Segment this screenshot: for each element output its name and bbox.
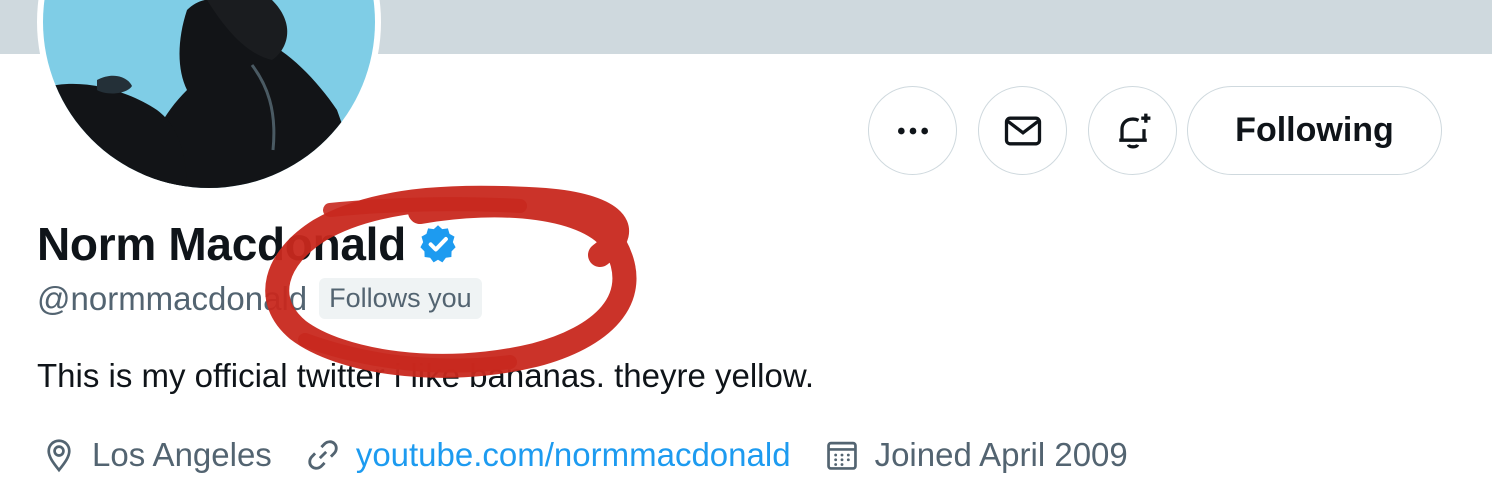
follows-you-badge: Follows you xyxy=(319,278,482,319)
username: @normmacdonald xyxy=(37,279,308,317)
profile-name-row: Norm Macdonald xyxy=(37,217,460,271)
display-name: Norm Macdonald xyxy=(37,218,406,270)
joined-date: Joined April 2009 xyxy=(874,436,1128,473)
bell-plus-icon xyxy=(1118,113,1150,148)
website-item[interactable]: youtube.com/normmacdonald xyxy=(304,436,791,474)
link-icon xyxy=(308,440,338,470)
website-link[interactable]: youtube.com/normmacdonald xyxy=(356,436,791,474)
more-icon xyxy=(897,127,928,134)
calendar-icon xyxy=(826,441,857,470)
profile-meta: Los Angeles youtube.com/normmacdonald Jo… xyxy=(40,436,1160,474)
location-item: Los Angeles xyxy=(40,436,272,474)
avatar[interactable] xyxy=(37,0,381,194)
notifications-button[interactable] xyxy=(1088,86,1177,175)
more-button[interactable] xyxy=(868,86,957,175)
following-button[interactable]: Following xyxy=(1187,86,1442,175)
handle-row: @normmacdonald Follows you xyxy=(37,278,482,319)
joined-item: Joined April 2009 xyxy=(823,436,1128,474)
message-button[interactable] xyxy=(978,86,1067,175)
location-pin-icon xyxy=(47,439,71,473)
envelope-icon xyxy=(1004,116,1041,145)
location-text: Los Angeles xyxy=(92,436,272,473)
profile-bio: This is my official twitter i like banan… xyxy=(37,357,815,394)
profile-actions: Following xyxy=(868,86,1442,175)
verified-badge-icon[interactable] xyxy=(416,222,460,266)
